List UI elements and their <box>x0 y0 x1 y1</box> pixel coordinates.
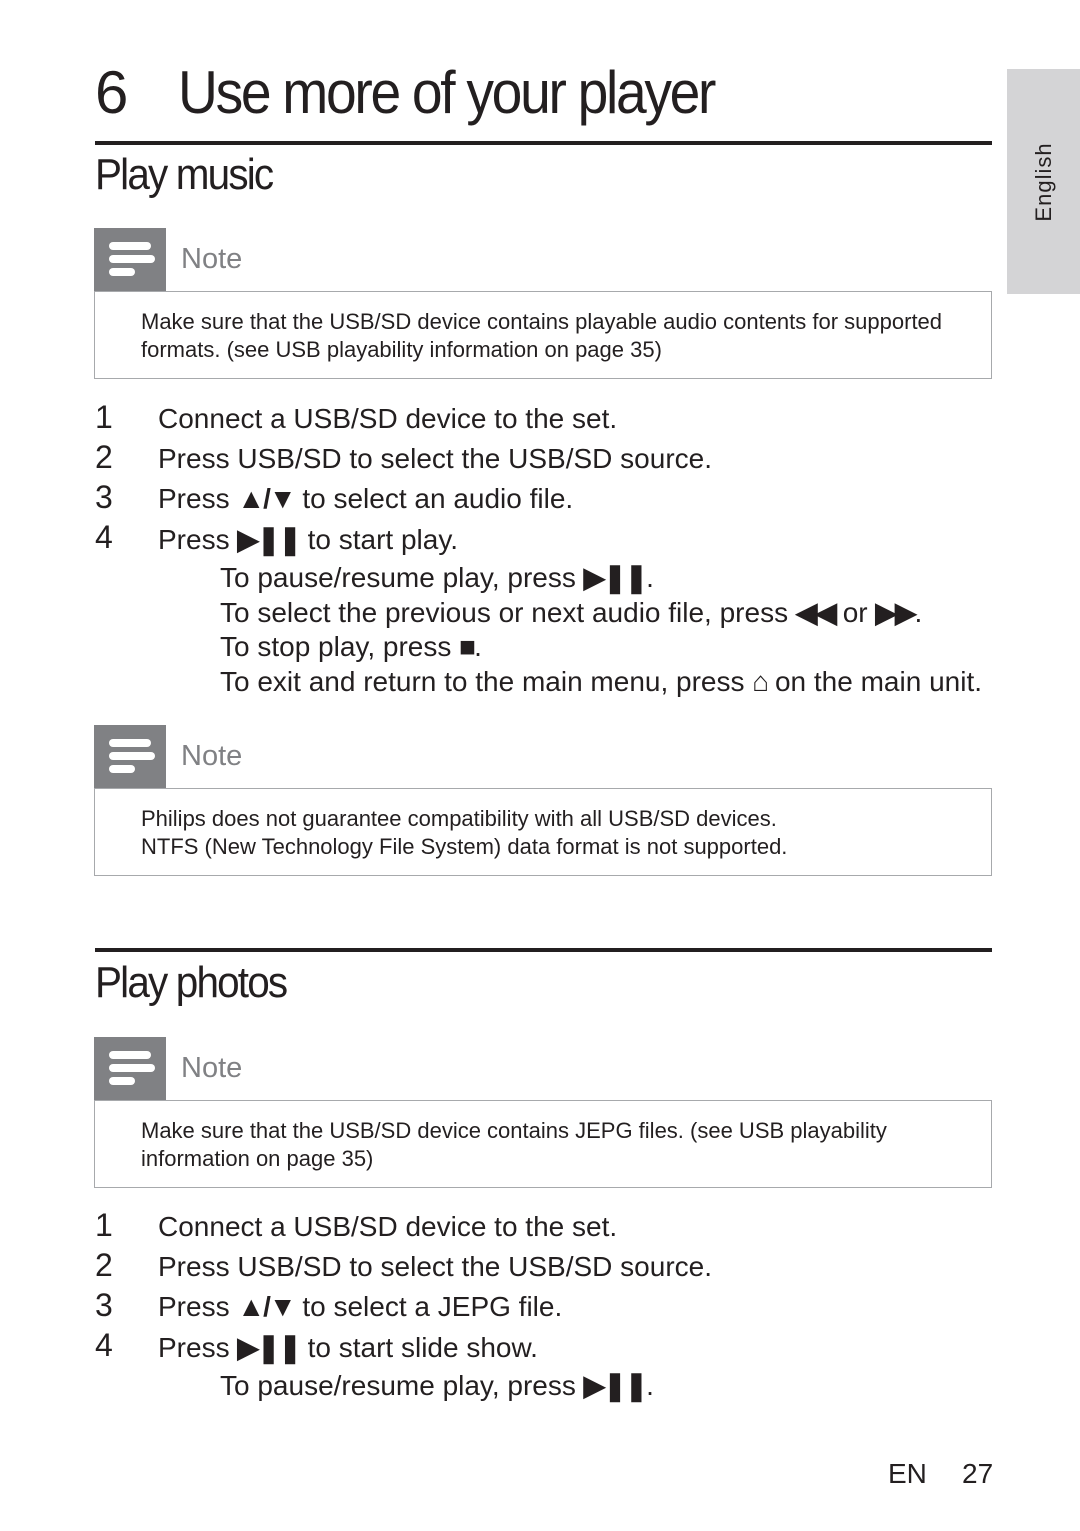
note-icon <box>94 725 166 788</box>
step-text: Press <box>158 1251 238 1282</box>
step-item: 1 Connect a USB/SD device to the set. <box>95 399 1055 443</box>
step-text: to select an audio file. <box>294 483 574 514</box>
previous-icon: ◀◀ <box>795 597 837 628</box>
step-text: Connect a USB/SD device to the set. <box>158 1211 618 1242</box>
section-divider <box>95 948 992 952</box>
sub-step-text: To pause/resume play, press <box>220 1370 584 1401</box>
sub-step-text: on the main unit. <box>767 666 983 697</box>
chapter-number: 6 <box>95 59 128 126</box>
sub-step-text: . <box>646 562 654 593</box>
footer-language: EN <box>888 1458 927 1489</box>
usb-sd-button-label: USB/SD <box>237 1251 342 1282</box>
note-label: Note <box>181 243 243 275</box>
chapter-title: Use more of your player <box>178 59 716 126</box>
step-item: 4 Press ▶❚❚ to start play. <box>95 519 1055 563</box>
step-number: 1 <box>95 1207 113 1243</box>
step-text: to select the USB/SD source. <box>341 443 712 474</box>
step-item: 1 Connect a USB/SD device to the set. <box>95 1207 1055 1251</box>
note-label: Note <box>181 1052 243 1084</box>
section-title-play-photos: Play photos <box>95 958 288 1007</box>
play-pause-icon: ▶❚❚ <box>583 562 648 593</box>
step-number: 4 <box>95 1327 113 1363</box>
note-content: Philips does not guarantee compatibility… <box>94 788 992 876</box>
sub-step: To pause/resume play, press ▶❚❚. <box>95 562 1055 598</box>
play-pause-icon: ▶❚❚ <box>237 1332 301 1363</box>
step-item: 2 Press USB/SD to select the USB/SD sour… <box>95 1247 1055 1291</box>
step-item: 3 Press ▲/▼ to select a JEPG file. <box>95 1287 1055 1331</box>
photo-steps: 1 Connect a USB/SD device to the set. 2 … <box>95 1207 1055 1406</box>
play-pause-icon: ▶❚❚ <box>237 524 301 555</box>
step-number: 2 <box>95 439 113 475</box>
usb-sd-button-label: USB/SD <box>237 443 342 474</box>
note-icon <box>94 1037 166 1100</box>
step-item: 4 Press ▶❚❚ to start slide show. <box>95 1327 1055 1371</box>
play-pause-icon: ▶❚❚ <box>583 1370 648 1401</box>
up-down-arrow-icon: ▲/▼ <box>237 483 296 514</box>
note-content: Make sure that the USB/SD device contain… <box>94 291 992 379</box>
step-text: Press <box>158 1291 238 1322</box>
step-text: to start slide show. <box>299 1332 538 1363</box>
note-line: Philips does not guarantee compatibility… <box>141 806 777 831</box>
music-steps: 1 Connect a USB/SD device to the set. 2 … <box>95 399 1055 703</box>
step-number: 2 <box>95 1247 113 1283</box>
step-text: to select the USB/SD source. <box>341 1251 712 1282</box>
sub-step-text: To stop play, press <box>220 631 460 662</box>
step-number: 3 <box>95 1287 113 1323</box>
sub-step: To select the previous or next audio fil… <box>95 597 1055 633</box>
note-line: formats. (see USB playability informatio… <box>141 337 662 362</box>
sub-step-text: . <box>646 1370 654 1401</box>
section-title-play-music: Play music <box>95 150 274 199</box>
note-line: Make sure that the USB/SD device contain… <box>141 309 943 334</box>
step-text: Press <box>158 483 238 514</box>
sub-step-text: . <box>474 631 482 662</box>
sub-step-text: or <box>834 597 876 628</box>
step-text: Press <box>158 524 238 555</box>
step-text: to start play. <box>299 524 459 555</box>
note-line: NTFS (New Technology File System) data f… <box>141 834 788 859</box>
step-text: Press <box>158 443 238 474</box>
step-item: 3 Press ▲/▼ to select an audio file. <box>95 479 1055 523</box>
next-icon: ▶▶ <box>875 597 916 628</box>
stop-icon: ■ <box>459 631 476 662</box>
sub-step-text: . <box>914 597 923 628</box>
sub-step-text: To select the previous or next audio fil… <box>220 597 796 628</box>
home-icon: ⌂ <box>752 666 769 697</box>
language-tab-label: English <box>1030 141 1056 222</box>
sub-step: To pause/resume play, press ▶❚❚. <box>95 1370 1055 1406</box>
sub-step: To exit and return to the main menu, pre… <box>95 666 1055 703</box>
page-number: 27 <box>962 1458 994 1489</box>
step-number: 3 <box>95 479 113 515</box>
step-item: 2 Press USB/SD to select the USB/SD sour… <box>95 439 1055 483</box>
section-divider <box>95 141 992 145</box>
sub-step-text: To exit and return to the main menu, pre… <box>220 666 753 697</box>
step-number: 1 <box>95 399 113 435</box>
language-tab: English <box>1007 69 1080 294</box>
note-content: Make sure that the USB/SD device contain… <box>94 1100 992 1188</box>
sub-step: To stop play, press ■. <box>95 631 1055 668</box>
note-line: information on page 35) <box>141 1146 374 1171</box>
sub-step-text: To pause/resume play, press <box>220 562 584 593</box>
note-icon <box>94 228 166 291</box>
step-text: Connect a USB/SD device to the set. <box>158 403 618 434</box>
step-text: Press <box>158 1332 238 1363</box>
step-number: 4 <box>95 519 113 555</box>
step-text: to select a JEPG file. <box>294 1291 563 1322</box>
note-line: Make sure that the USB/SD device contain… <box>141 1118 887 1143</box>
note-label: Note <box>181 740 243 772</box>
up-down-arrow-icon: ▲/▼ <box>237 1291 296 1322</box>
